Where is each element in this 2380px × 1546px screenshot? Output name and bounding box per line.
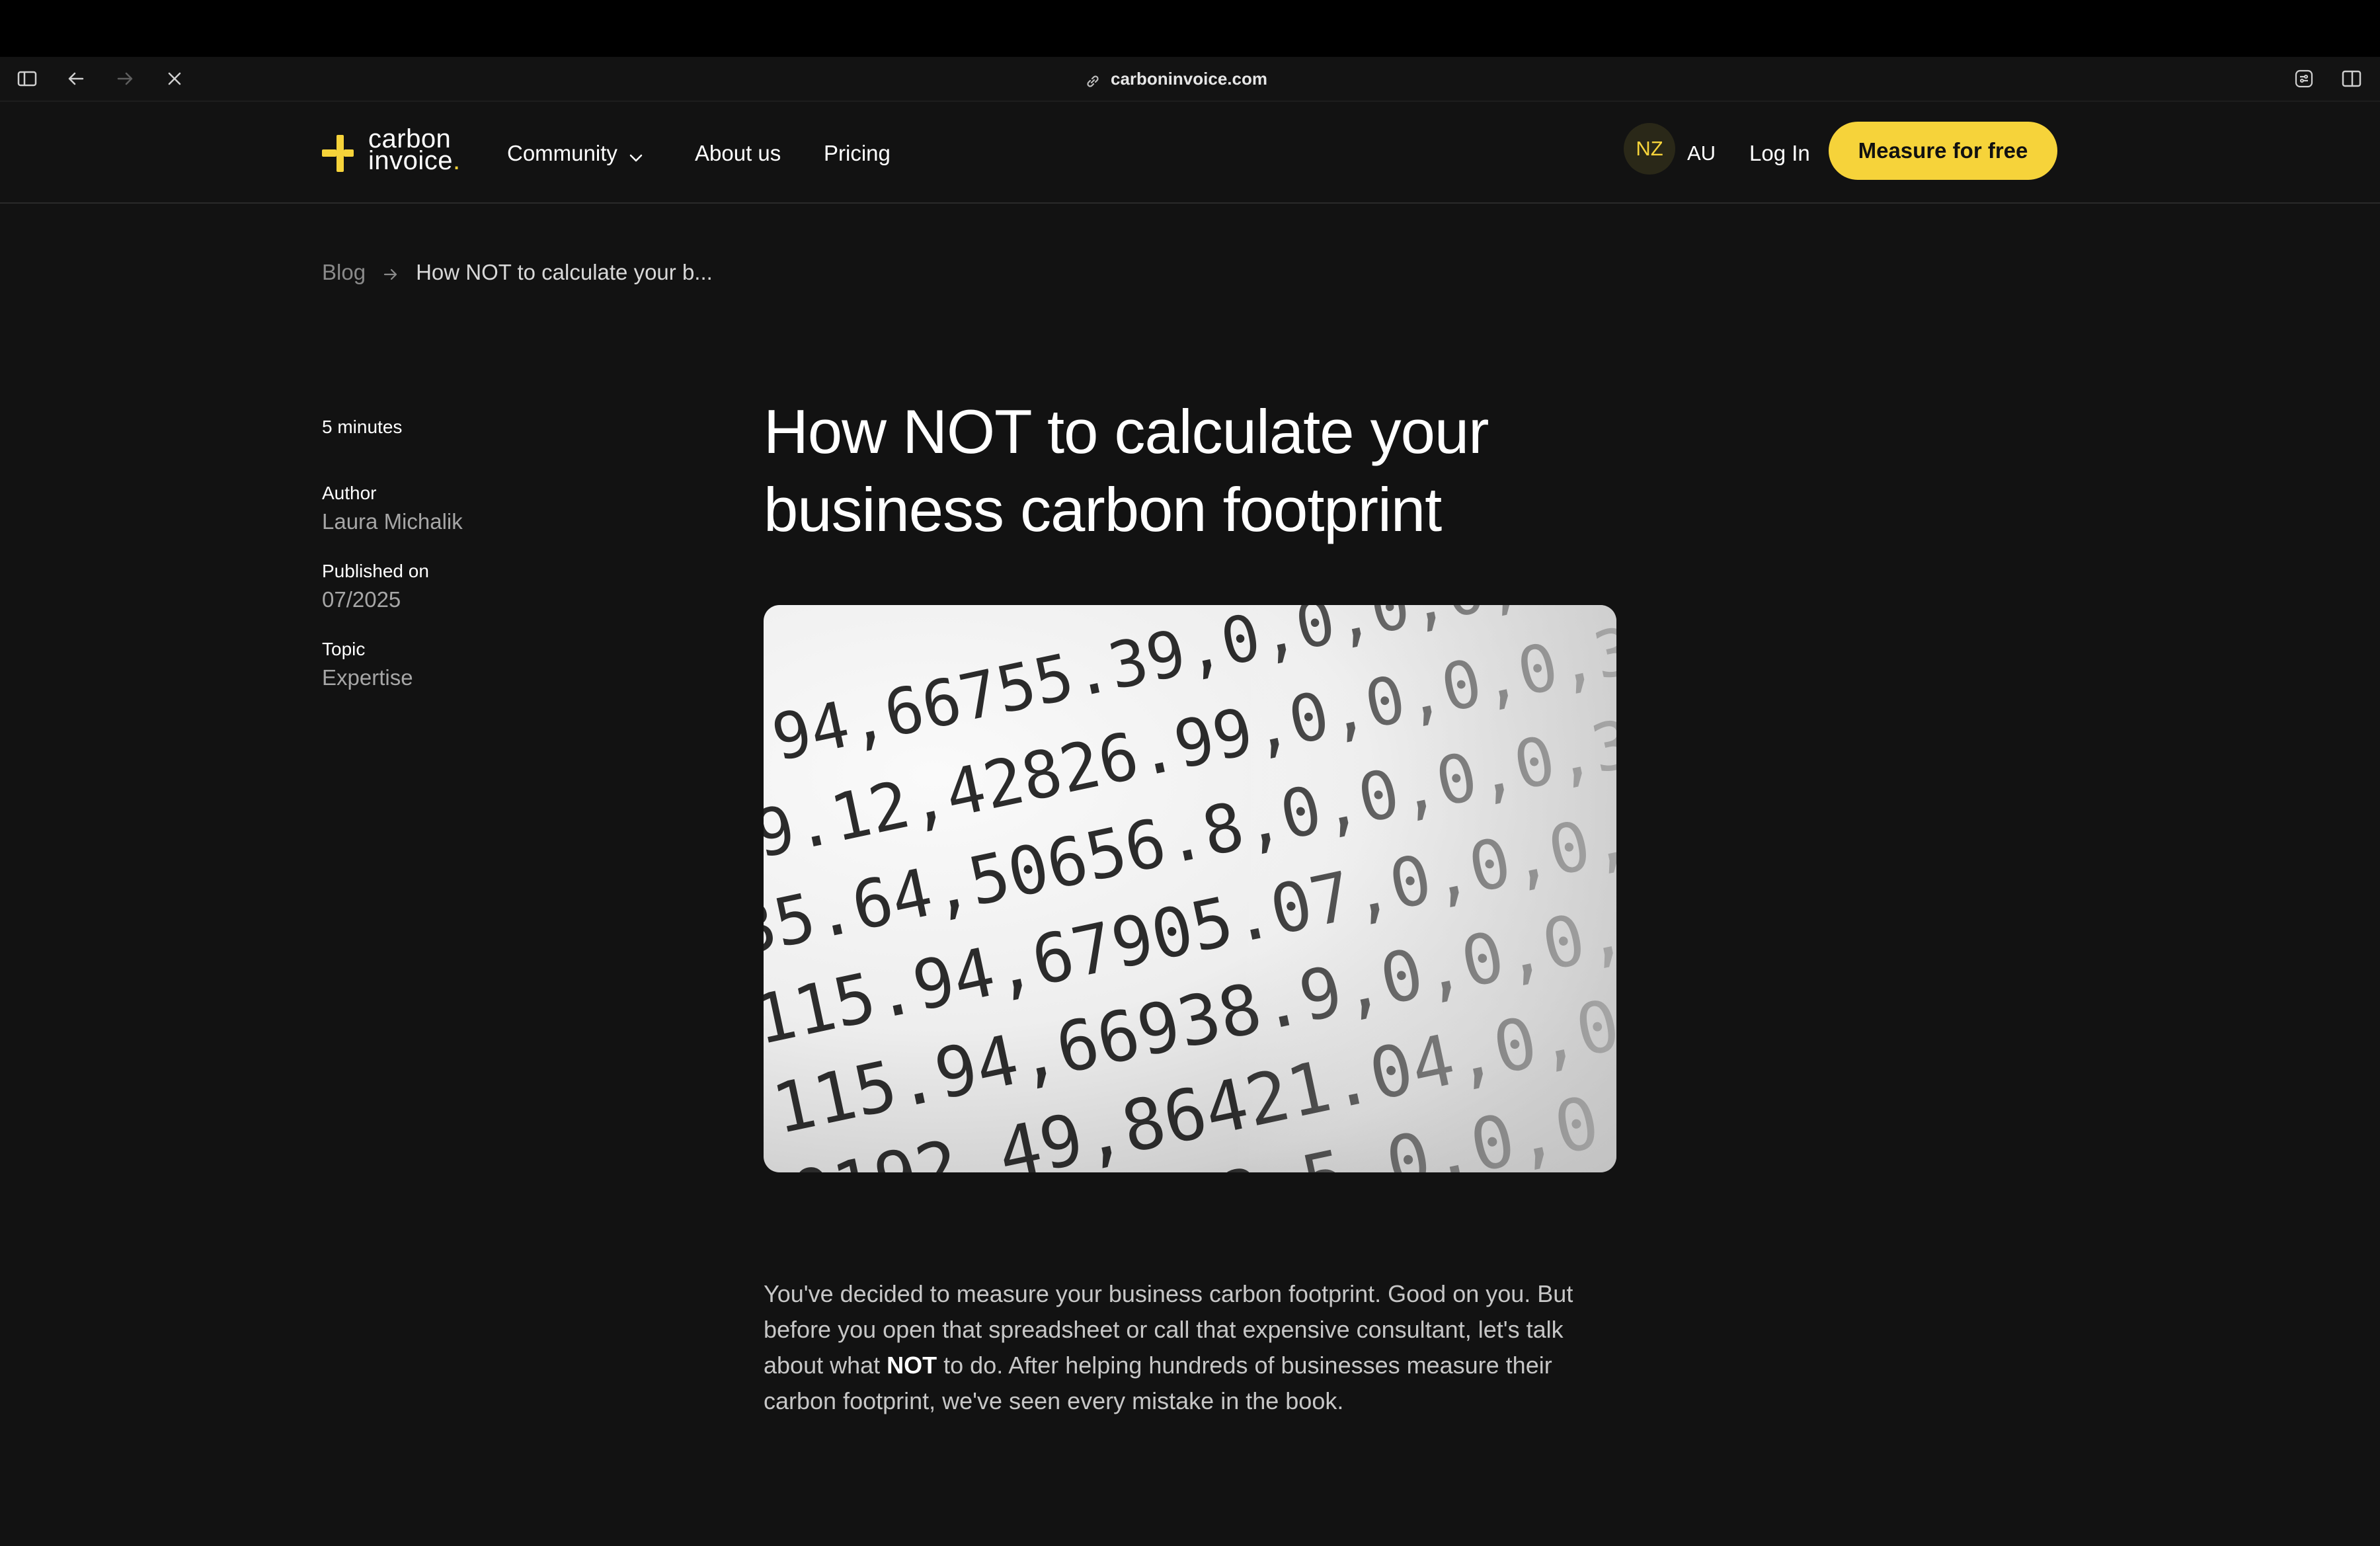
carbon-invoice-logo[interactable]: carbon invoice.: [322, 126, 474, 177]
hero-image-graphic: 5.94,66755.39,0,0,0,0,3059.12,42826.99,0…: [764, 605, 1616, 1172]
logo-wordmark: carbon invoice.: [368, 126, 461, 175]
forward-arrow-icon[interactable]: [114, 67, 136, 90]
nav-about-us[interactable]: About us: [695, 139, 781, 168]
author-name: Laura Michalik: [322, 509, 463, 534]
address-bar[interactable]: carboninvoice.com: [1084, 66, 1267, 91]
address-url: carboninvoice.com: [1111, 69, 1267, 89]
site-header: carbon invoice. Community About us Prici…: [0, 102, 2380, 204]
region-nz-toggle[interactable]: NZ: [1624, 123, 1675, 175]
article-title: How NOT to calculate your business carbo…: [764, 393, 1557, 549]
split-view-icon[interactable]: [2340, 67, 2363, 90]
window-top-bar: [0, 0, 2380, 57]
breadcrumb: Blog How NOT to calculate your b...: [322, 258, 713, 287]
breadcrumb-blog-link[interactable]: Blog: [322, 260, 366, 284]
sidebar-toggle-icon[interactable]: [16, 67, 38, 90]
breadcrumb-current: How NOT to calculate your b...: [416, 260, 713, 284]
region-au-toggle[interactable]: AU: [1687, 139, 1716, 168]
arrow-right-icon: [380, 263, 401, 284]
published-date: 07/2025: [322, 587, 401, 612]
hero-image-spreadsheet-numbers: 5.94,66755.39,0,0,0,0,3059.12,42826.99,0…: [764, 605, 1616, 1172]
logo-dot: .: [453, 146, 461, 175]
back-arrow-icon[interactable]: [65, 67, 87, 90]
topic-block: Topic Expertise: [322, 636, 719, 693]
nav-community[interactable]: Community: [507, 139, 645, 168]
author-label: Author: [322, 483, 377, 503]
measure-for-free-button[interactable]: Measure for free: [1829, 122, 2057, 180]
chevron-down-icon: [627, 145, 645, 164]
nav-community-label: Community: [507, 141, 617, 165]
topic-label: Topic: [322, 639, 366, 659]
read-time: 5 minutes: [322, 417, 403, 437]
title-line-1: How NOT to calculate your: [764, 397, 1489, 466]
article-intro: You've decided to measure your business …: [764, 1276, 1597, 1419]
reader-settings-icon[interactable]: [2293, 67, 2315, 90]
logo-line-2: invoice: [368, 146, 454, 175]
published-label: Published on: [322, 561, 429, 581]
stop-loading-icon[interactable]: [163, 67, 186, 90]
author-block: Author Laura Michalik: [322, 480, 719, 537]
nav-pricing[interactable]: Pricing: [824, 139, 891, 168]
intro-emphasis: NOT: [887, 1352, 937, 1379]
article-meta: 5 minutes Author Laura Michalik Publishe…: [322, 413, 719, 693]
browser-toolbar: carboninvoice.com: [0, 57, 2380, 102]
published-block: Published on 07/2025: [322, 558, 719, 615]
logo-plus-icon: [322, 135, 354, 172]
link-icon: [1084, 71, 1101, 89]
login-link[interactable]: Log In: [1749, 139, 1810, 168]
title-line-2: business carbon footprint: [764, 475, 1442, 544]
topic-value[interactable]: Expertise: [322, 663, 719, 693]
